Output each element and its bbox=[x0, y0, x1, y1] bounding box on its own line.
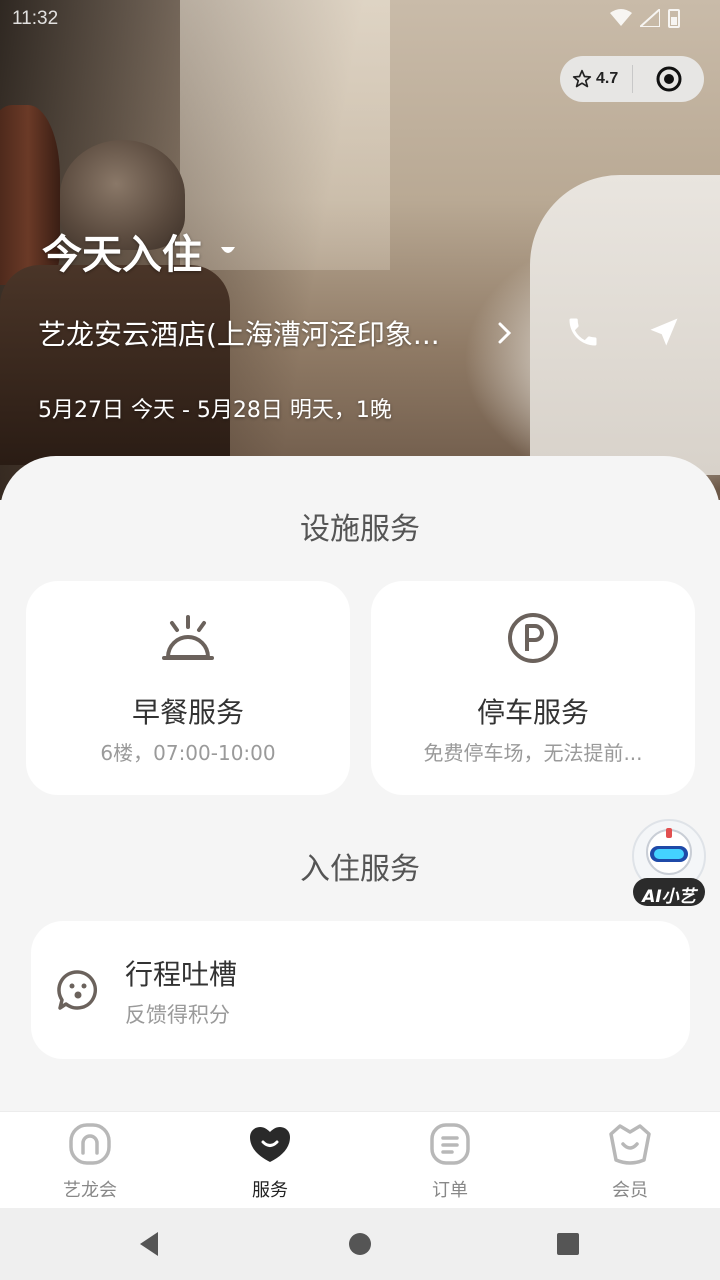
breakfast-service-card[interactable]: 早餐服务 6楼，07:00-10:00 bbox=[26, 581, 350, 795]
heart-smile-icon bbox=[180, 1122, 360, 1166]
member-basket-icon bbox=[540, 1122, 720, 1166]
tab-label: 会员 bbox=[612, 1180, 648, 1201]
rating-value: 4.7 bbox=[596, 70, 619, 87]
breakfast-service-name: 早餐服务 bbox=[131, 696, 244, 729]
tab-member[interactable]: 会员 bbox=[540, 1112, 720, 1209]
ai-assistant-label: AI小艺 bbox=[642, 887, 696, 907]
star-icon bbox=[572, 69, 592, 88]
phone-icon[interactable] bbox=[565, 314, 601, 350]
parking-service-desc: 免费停车场，无法提前... bbox=[423, 741, 643, 765]
wifi-icon bbox=[610, 9, 632, 26]
signal-icon bbox=[640, 9, 660, 27]
battery-icon bbox=[668, 9, 680, 28]
back-icon[interactable] bbox=[136, 1230, 162, 1258]
parking-service-name: 停车服务 bbox=[476, 696, 589, 729]
side-table-decor bbox=[0, 265, 230, 465]
navigation-icon[interactable] bbox=[646, 314, 682, 350]
ai-assistant-button[interactable]: AI小艺 bbox=[628, 818, 710, 910]
breakfast-service-desc: 6楼，07:00-10:00 bbox=[100, 741, 276, 765]
rating-button[interactable]: 4.7 bbox=[560, 69, 632, 89]
bottom-tab-bar: 艺龙会 服务 订单 会员 bbox=[0, 1111, 720, 1208]
checkin-label: 今天入住 bbox=[42, 232, 202, 278]
tab-orders[interactable]: 订单 bbox=[360, 1112, 540, 1209]
caret-down-icon bbox=[221, 247, 235, 253]
tab-label: 订单 bbox=[432, 1180, 468, 1201]
parking-service-card[interactable]: 停车服务 免费停车场，无法提前... bbox=[371, 581, 695, 795]
breakfast-bell-icon bbox=[26, 611, 350, 665]
trip-feedback-card[interactable]: 行程吐槽 反馈得积分 bbox=[31, 921, 690, 1059]
chevron-right-icon[interactable] bbox=[496, 320, 514, 346]
system-nav-bar bbox=[0, 1208, 720, 1280]
home-icon[interactable] bbox=[348, 1230, 372, 1258]
tab-service[interactable]: 服务 bbox=[180, 1112, 360, 1209]
target-icon bbox=[656, 66, 681, 92]
hotel-name[interactable]: 艺龙安云酒店(上海漕河泾印象... bbox=[38, 313, 478, 353]
status-time: 11:32 bbox=[12, 8, 59, 29]
close-target-button[interactable] bbox=[633, 65, 704, 93]
mini-program-capsule: 4.7 bbox=[560, 56, 704, 102]
tab-yilonghui[interactable]: 艺龙会 bbox=[0, 1112, 180, 1209]
status-bar: 11:32 bbox=[0, 0, 720, 36]
tab-label: 服务 bbox=[252, 1180, 288, 1201]
status-icons bbox=[610, 8, 680, 28]
parking-icon bbox=[371, 611, 695, 665]
facility-section-title: 设施服务 bbox=[300, 512, 420, 547]
home-arch-icon bbox=[0, 1122, 180, 1166]
checkin-selector[interactable]: 今天入住 bbox=[42, 222, 236, 280]
stay-dates: 5月27日 今天 - 5月28日 明天，1晚 bbox=[38, 398, 392, 423]
tab-label: 艺龙会 bbox=[63, 1180, 117, 1201]
trip-feedback-desc: 反馈得积分 bbox=[125, 1003, 230, 1027]
order-icon bbox=[360, 1122, 540, 1166]
hotel-row: 艺龙安云酒店(上海漕河泾印象... bbox=[38, 310, 688, 356]
recents-icon[interactable] bbox=[556, 1230, 580, 1258]
trip-feedback-name: 行程吐槽 bbox=[125, 958, 238, 991]
speech-face-icon bbox=[57, 969, 99, 1015]
checkin-section-title: 入住服务 bbox=[300, 852, 420, 887]
